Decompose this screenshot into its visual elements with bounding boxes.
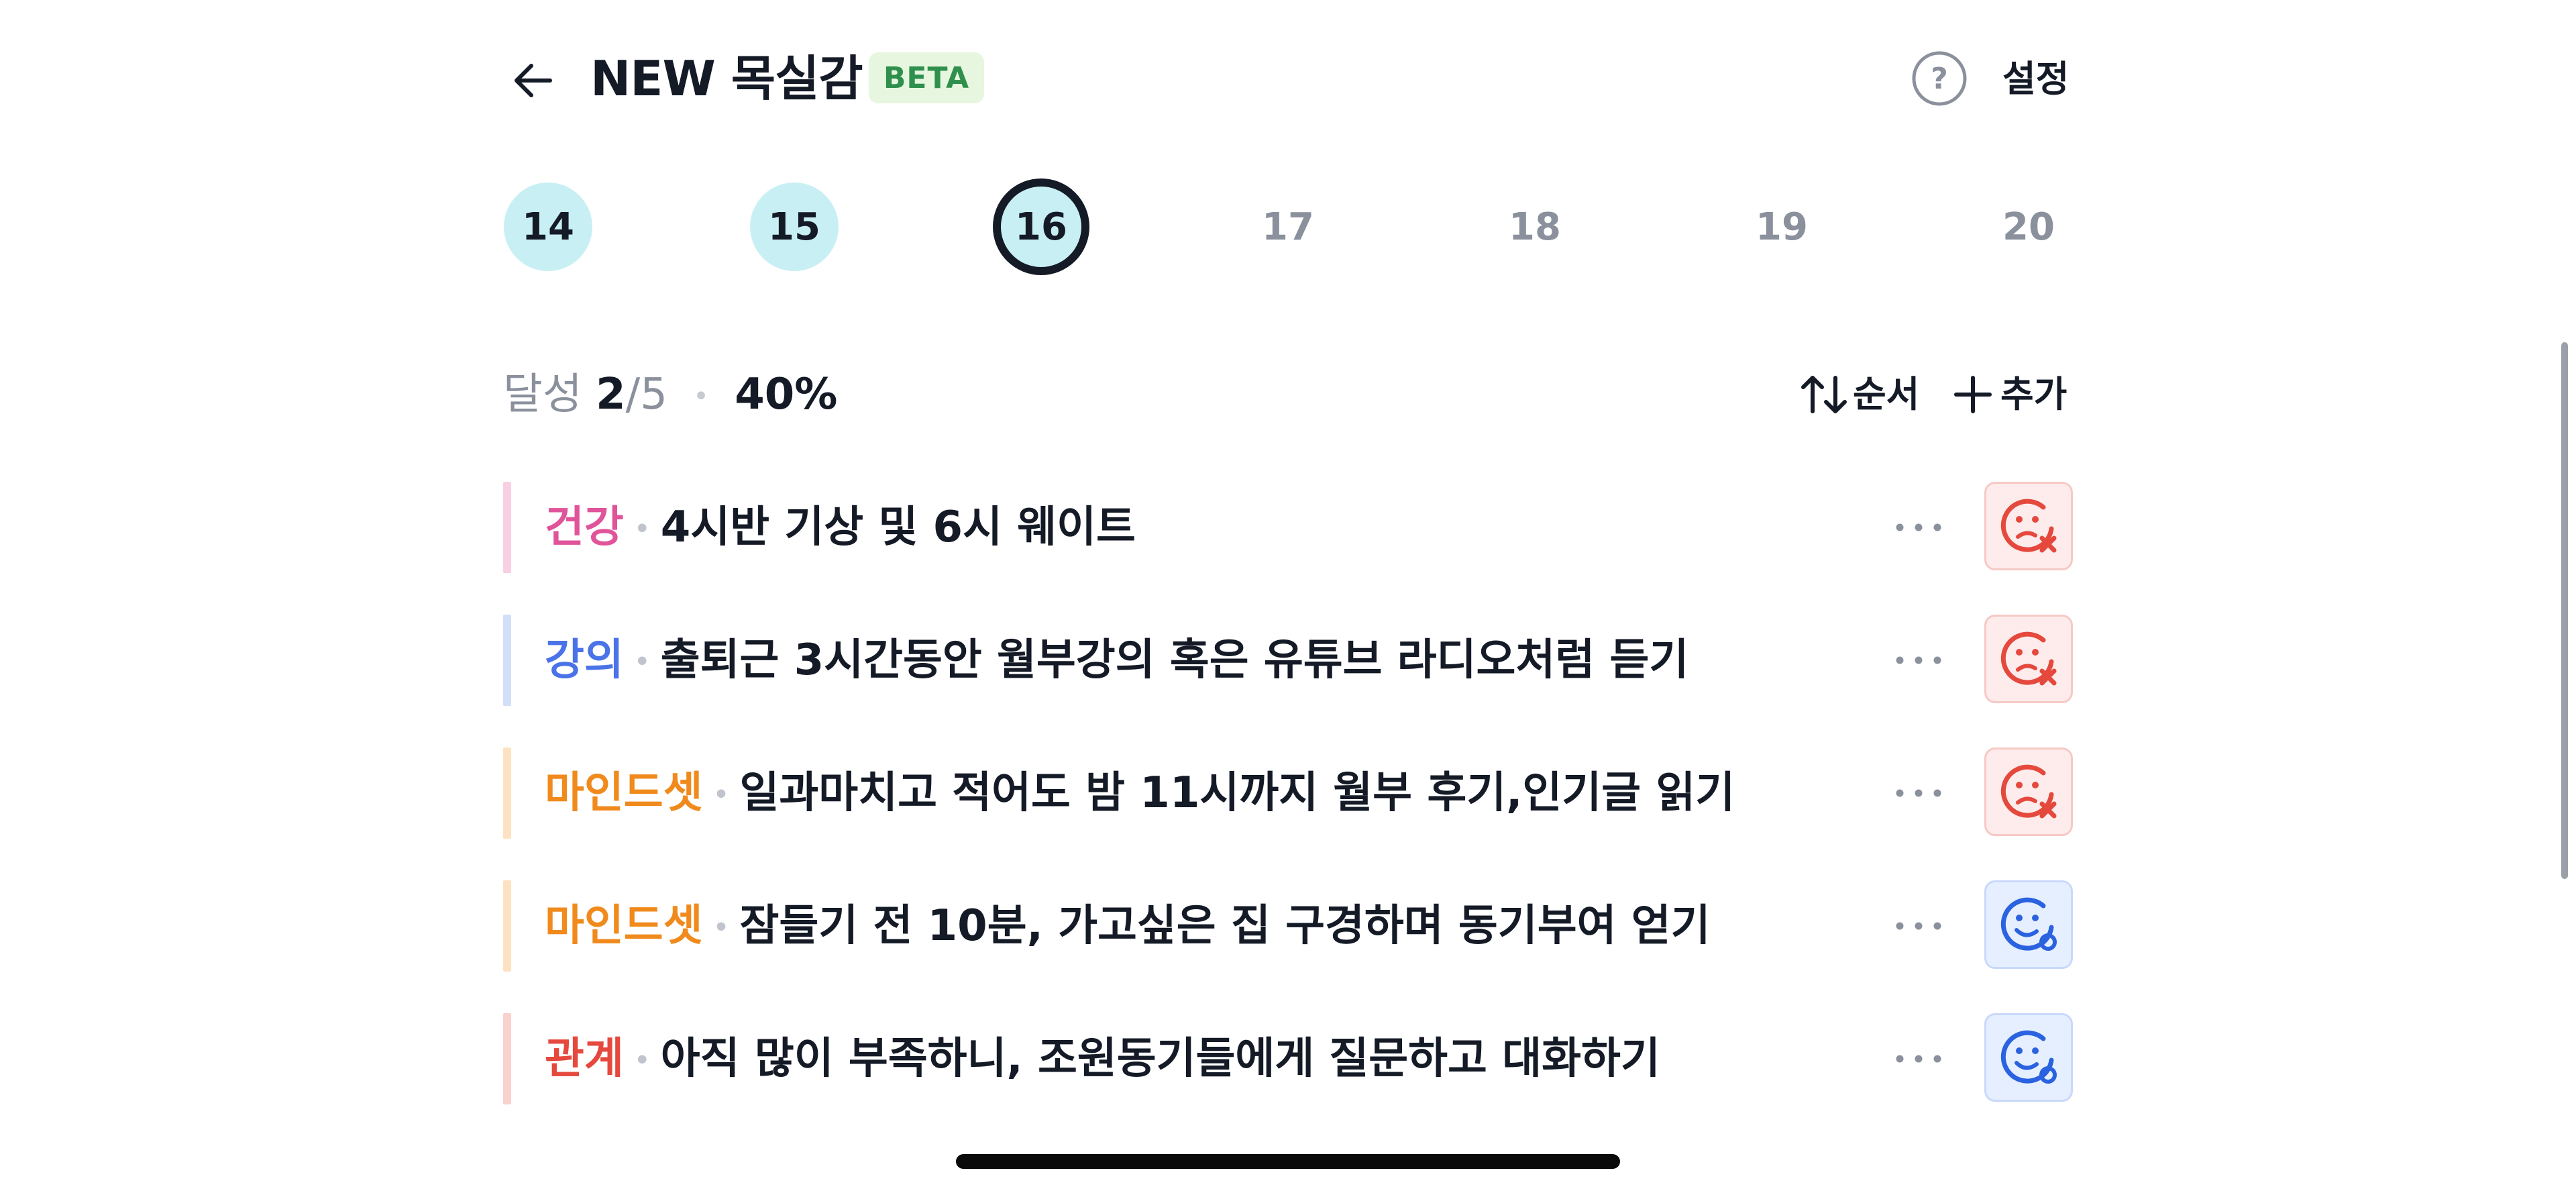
home-indicator[interactable]	[956, 1154, 1620, 1169]
sad-face-x-icon	[2000, 499, 2057, 553]
status-button[interactable]	[1984, 880, 2073, 969]
day-20[interactable]: 20	[1984, 183, 2073, 271]
more-dots-icon	[1896, 1055, 1941, 1063]
separator-dot: •	[634, 515, 650, 544]
achievement-percent: 40%	[735, 370, 838, 419]
separator-dot: •	[634, 1047, 650, 1075]
task-title: 4시반 기상 및 6시 웨이트	[660, 503, 1136, 552]
task-title: 아직 많이 부족하니, 조원동기들에게 질문하고 대화하기	[660, 1034, 1660, 1084]
separator-dot: •	[713, 914, 729, 942]
day-16[interactable]: 16	[993, 178, 1089, 275]
scrollbar[interactable]	[2561, 342, 2568, 879]
add-label: 추가	[2000, 373, 2068, 415]
achievement-summary: 달성 2/5 • 40%	[503, 368, 837, 421]
achievement-total: /5	[625, 370, 667, 419]
plus-icon	[1954, 376, 1992, 413]
day-19[interactable]: 19	[1737, 183, 1826, 271]
more-button[interactable]	[1892, 647, 1945, 674]
back-button[interactable]	[506, 54, 560, 107]
category-bar	[503, 1013, 511, 1104]
more-button[interactable]	[1892, 514, 1945, 541]
settings-button[interactable]: 설정	[2002, 54, 2069, 105]
arrow-left-icon	[515, 64, 552, 97]
task-text: 마인드셋 • 잠들기 전 10분, 가고싶은 집 구경하며 동기부여 얻기	[545, 880, 1711, 972]
achievement-label: 달성	[503, 370, 582, 419]
achievement-done: 2	[596, 370, 626, 419]
status-button[interactable]	[1984, 747, 2073, 836]
day-17[interactable]: 17	[1244, 183, 1332, 271]
day-18[interactable]: 18	[1491, 183, 1579, 271]
beta-badge: BETA	[869, 52, 984, 103]
task-category: 관계	[545, 1034, 624, 1084]
status-button[interactable]	[1984, 1013, 2073, 1102]
more-dots-icon	[1896, 656, 1941, 664]
separator-dot: •	[713, 781, 729, 809]
day-14[interactable]: 14	[504, 183, 592, 271]
separator-dot: •	[693, 381, 709, 413]
task-text: 건강 • 4시반 기상 및 6시 웨이트	[545, 482, 1136, 573]
task-text: 관계 • 아직 많이 부족하니, 조원동기들에게 질문하고 대화하기	[545, 1013, 1660, 1104]
category-bar	[503, 482, 511, 573]
task-row[interactable]: 관계 • 아직 많이 부족하니, 조원동기들에게 질문하고 대화하기	[503, 1013, 2073, 1104]
separator-dot: •	[634, 648, 650, 676]
order-label: 순서	[1853, 373, 1920, 415]
task-row[interactable]: 마인드셋 • 잠들기 전 10분, 가고싶은 집 구경하며 동기부여 얻기	[503, 880, 2073, 972]
question-circle-icon: ?	[1912, 51, 1967, 106]
order-button[interactable]: 순서	[1798, 369, 1919, 420]
sad-face-x-icon	[2000, 631, 2057, 686]
task-title: 출퇴근 3시간동안 월부강의 혹은 유튜브 라디오처럼 듣기	[660, 635, 1689, 685]
more-dots-icon	[1896, 789, 1941, 797]
more-button[interactable]	[1892, 913, 1945, 939]
more-dots-icon	[1896, 922, 1941, 930]
smile-face-check-icon	[2000, 897, 2057, 951]
smile-face-check-icon	[2000, 1030, 2057, 1084]
category-bar	[503, 747, 511, 839]
task-row[interactable]: 마인드셋 • 일과마치고 적어도 밤 11시까지 월부 후기,인기글 읽기	[503, 747, 2073, 839]
task-text: 마인드셋 • 일과마치고 적어도 밤 11시까지 월부 후기,인기글 읽기	[545, 747, 1735, 839]
category-bar	[503, 615, 511, 706]
task-row[interactable]: 강의 • 출퇴근 3시간동안 월부강의 혹은 유튜브 라디오처럼 듣기	[503, 615, 2073, 706]
add-button[interactable]: 추가	[1952, 369, 2067, 420]
page-title: NEW 목실감	[590, 50, 863, 107]
task-title: 잠들기 전 10분, 가고싶은 집 구경하며 동기부여 얻기	[739, 901, 1711, 951]
help-button[interactable]: ?	[1911, 50, 1968, 107]
task-row[interactable]: 건강 • 4시반 기상 및 6시 웨이트	[503, 482, 2073, 573]
sad-face-x-icon	[2000, 764, 2057, 819]
status-button[interactable]	[1984, 482, 2073, 570]
more-dots-icon	[1896, 523, 1941, 531]
svg-text:?: ?	[1931, 62, 1948, 96]
task-text: 강의 • 출퇴근 3시간동안 월부강의 혹은 유튜브 라디오처럼 듣기	[545, 615, 1688, 706]
task-category: 강의	[545, 635, 624, 685]
sort-arrows-icon	[1801, 376, 1847, 413]
more-button[interactable]	[1892, 1045, 1945, 1072]
category-bar	[503, 880, 511, 972]
status-button[interactable]	[1984, 615, 2073, 703]
task-category: 건강	[545, 503, 624, 552]
more-button[interactable]	[1892, 780, 1945, 807]
task-category: 마인드셋	[545, 768, 703, 818]
task-title: 일과마치고 적어도 밤 11시까지 월부 후기,인기글 읽기	[739, 768, 1735, 818]
day-15[interactable]: 15	[750, 183, 839, 271]
task-category: 마인드셋	[545, 901, 703, 951]
